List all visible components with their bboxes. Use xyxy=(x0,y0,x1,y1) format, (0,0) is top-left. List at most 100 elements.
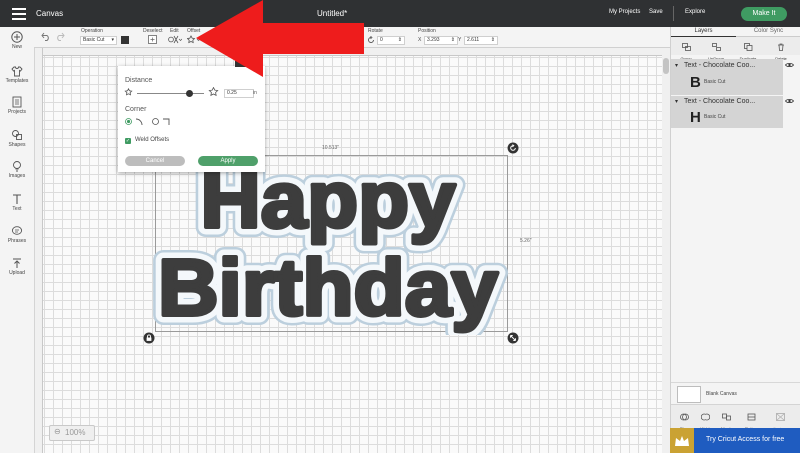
my-projects-link[interactable]: My Projects xyxy=(609,9,640,15)
corner-label: Corner xyxy=(125,106,147,113)
try-access-banner[interactable]: Try Cricut Access for free xyxy=(670,428,800,453)
rotate-icon xyxy=(368,36,374,43)
distance-label: Distance xyxy=(125,77,153,84)
shirt-icon xyxy=(11,66,23,77)
canvas-scrollbar[interactable] xyxy=(662,48,670,453)
eye-icon[interactable] xyxy=(785,62,794,68)
expand-icon[interactable]: ▾ xyxy=(675,98,678,105)
slice-icon xyxy=(679,413,689,421)
undo-icon[interactable] xyxy=(41,32,51,41)
zoom-out-icon[interactable]: ⊖ xyxy=(54,427,61,436)
layer-thumbnail: H xyxy=(690,109,701,126)
layer-name: Text - Chocolate Coo... xyxy=(684,62,756,69)
rail-upload[interactable]: Upload xyxy=(0,257,34,276)
rounded-corner-icon xyxy=(135,118,143,126)
ungroup-icon xyxy=(711,43,721,51)
app-name: Canvas xyxy=(36,9,64,18)
rail-phrases-label: Phrases xyxy=(7,238,27,244)
distance-slider-track[interactable] xyxy=(137,93,204,94)
attach-icon xyxy=(721,413,731,421)
text-happy: Happy xyxy=(201,160,457,244)
weld-offsets-checkbox[interactable]: ✓ xyxy=(125,138,131,144)
layer-item[interactable]: ▾ Text - Chocolate Coo... B Basic Cut xyxy=(671,59,783,95)
distance-slider-knob[interactable] xyxy=(185,90,193,97)
bottom-actions: Slice Weld Attach Flatten Contour xyxy=(671,404,800,431)
duplicate-button[interactable]: Duplicate xyxy=(735,38,761,61)
edit-icon[interactable] xyxy=(168,35,182,44)
offset-popup: Distance 0.25 in Corner ✓ Weld Offsets C… xyxy=(118,57,265,172)
upload-icon xyxy=(13,258,21,268)
save-link[interactable]: Save xyxy=(649,9,663,15)
small-offset-icon xyxy=(124,88,133,96)
tab-layers[interactable]: Layers xyxy=(671,27,736,37)
height-dimension: 5.26" xyxy=(520,238,532,244)
explore-link[interactable]: Explore xyxy=(685,9,705,15)
rail-templates[interactable]: Templates xyxy=(0,65,34,84)
distance-input[interactable]: 0.25 xyxy=(224,89,254,98)
corner-square-radio[interactable] xyxy=(152,118,159,125)
layer-thumbnail: B xyxy=(690,74,701,91)
rail-projects-label: Projects xyxy=(7,109,27,115)
redo-icon[interactable] xyxy=(55,32,65,41)
distance-unit: in xyxy=(253,90,257,96)
group-icon xyxy=(681,43,691,51)
left-ruler xyxy=(35,48,43,453)
chevron-down-icon: ▾ xyxy=(111,37,114,43)
red-arrow-annotation xyxy=(196,0,364,77)
divider xyxy=(673,6,674,21)
eye-icon[interactable] xyxy=(785,98,794,104)
rail-new-label: New xyxy=(11,44,22,50)
rail-projects[interactable]: Projects xyxy=(0,96,34,115)
rail-images[interactable]: Images xyxy=(0,160,34,179)
rail-phrases[interactable]: Phrases xyxy=(0,225,34,244)
y-position-input[interactable]: 2.611 ⇕ xyxy=(464,36,498,45)
make-it-button[interactable]: Make It xyxy=(741,7,787,21)
tab-color-sync[interactable]: Color Sync xyxy=(736,27,800,37)
happy-birthday-design[interactable]: Happy Birthday Happy Birthday Happy Birt… xyxy=(145,160,517,335)
text-birthday: Birthday xyxy=(158,243,499,332)
left-rail: New Templates Projects Shapes Images Tex… xyxy=(0,27,35,453)
crown-icon xyxy=(675,436,689,446)
stepper-icon: ⇕ xyxy=(490,37,495,43)
rotate-input[interactable]: 0 ⇕ xyxy=(377,36,405,45)
ungroup-button[interactable]: UnGroup xyxy=(704,38,728,61)
rotate-label: Rotate xyxy=(368,28,383,34)
y-label: Y xyxy=(458,37,462,43)
operation-select[interactable]: Basic Cut ▾ xyxy=(80,36,117,45)
operation-label: Operation xyxy=(81,28,103,34)
text-icon xyxy=(13,194,21,204)
layer-operation: Basic Cut xyxy=(704,79,726,85)
rail-templates-label: Templates xyxy=(5,78,29,84)
rail-upload-label: Upload xyxy=(9,270,25,276)
duplicate-icon xyxy=(743,43,752,51)
color-swatch[interactable] xyxy=(121,36,129,44)
layer-name: Text - Chocolate Coo... xyxy=(684,98,756,105)
rotate-handle-icon[interactable] xyxy=(507,142,519,154)
delete-button[interactable]: Delete xyxy=(771,38,791,61)
hamburger-menu-icon[interactable] xyxy=(12,8,26,20)
distance-value: 0.25 xyxy=(227,90,237,96)
layer-item[interactable]: ▾ Text - Chocolate Coo... H Basic Cut xyxy=(671,96,783,128)
apply-button[interactable]: Apply xyxy=(198,156,258,166)
layer-operation: Basic Cut xyxy=(704,114,726,120)
x-value: 3.293 xyxy=(427,37,440,43)
corner-rounded-radio[interactable] xyxy=(125,118,132,125)
shapes-icon xyxy=(12,130,22,140)
rotate-value: 0 xyxy=(380,37,383,43)
large-offset-icon xyxy=(208,87,219,97)
scrollbar-thumb[interactable] xyxy=(663,58,669,74)
y-value: 2.611 xyxy=(467,37,480,43)
trash-icon xyxy=(778,43,784,51)
flatten-icon xyxy=(747,413,755,421)
cancel-button[interactable]: Cancel xyxy=(125,156,185,166)
blank-canvas-row[interactable]: Blank Canvas xyxy=(671,382,800,405)
expand-icon[interactable]: ▾ xyxy=(675,62,678,69)
rail-new[interactable]: New xyxy=(0,31,34,50)
weld-offsets-label: Weld Offsets xyxy=(135,137,170,143)
rail-shapes[interactable]: Shapes xyxy=(0,129,34,148)
group-button[interactable]: Group xyxy=(676,38,696,61)
layer-actions: Group UnGroup Duplicate Delete xyxy=(671,37,800,61)
deselect-icon[interactable] xyxy=(148,35,157,44)
rail-text[interactable]: Text xyxy=(0,193,34,212)
x-position-input[interactable]: 3.293 ⇕ xyxy=(424,36,458,45)
